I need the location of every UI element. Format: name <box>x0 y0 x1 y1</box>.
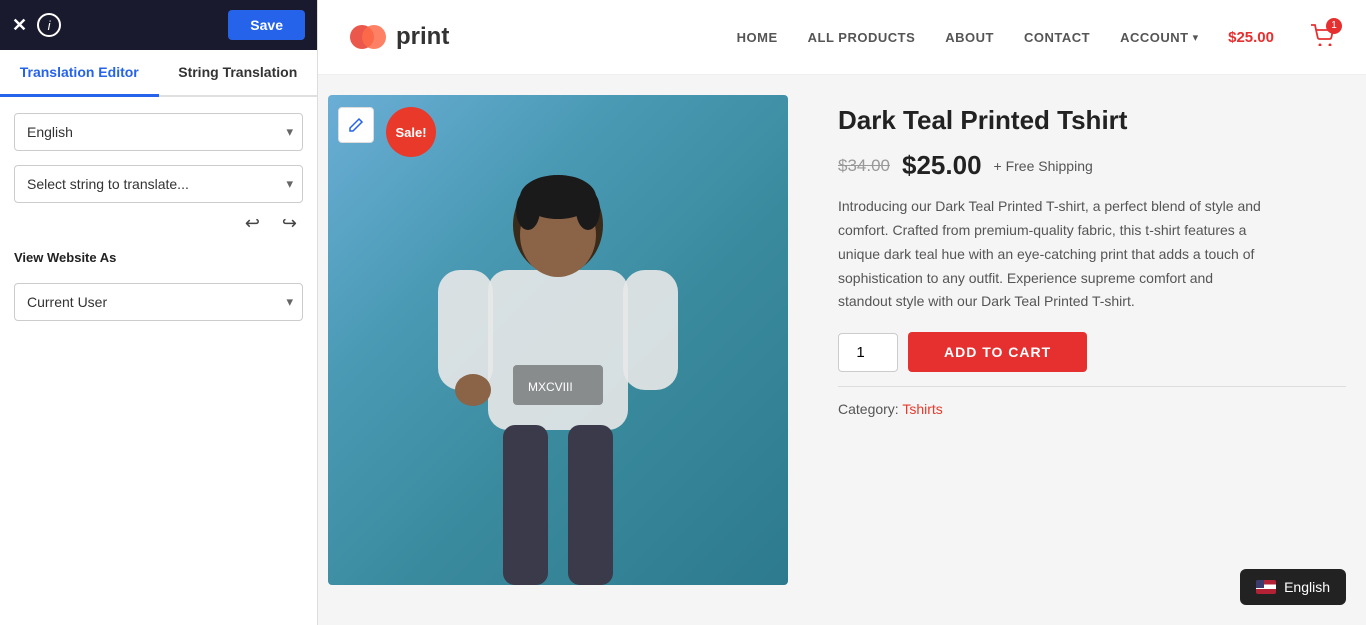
old-price: $34.00 <box>838 156 890 176</box>
view-website-label: View Website As <box>14 250 303 265</box>
user-select[interactable]: Current User Guest Admin <box>14 283 303 321</box>
product-title: Dark Teal Printed Tshirt <box>838 105 1346 136</box>
account-chevron-icon: ▾ <box>1193 31 1199 44</box>
price-row: $34.00 $25.00 + Free Shipping <box>838 150 1346 181</box>
panel-header-left: ✕ i <box>12 13 61 37</box>
sale-badge: Sale! <box>386 107 436 157</box>
nav-account-link[interactable]: ACCOUNT <box>1120 30 1189 45</box>
free-shipping: + Free Shipping <box>994 158 1093 174</box>
cart-icon-wrapper[interactable]: 1 <box>1310 24 1336 51</box>
category-row: Category: Tshirts <box>838 401 1346 417</box>
nav-contact[interactable]: CONTACT <box>1024 30 1090 45</box>
language-select[interactable]: English French Spanish German <box>14 113 303 151</box>
category-label: Category: <box>838 401 899 417</box>
product-person-svg: MXCVIII <box>328 95 788 585</box>
logo: print <box>348 17 449 57</box>
nav-all-products[interactable]: ALL PRODUCTS <box>808 30 916 45</box>
site-preview: print HOME ALL PRODUCTS ABOUT CONTACT AC… <box>318 0 1366 625</box>
language-switcher-label: English <box>1284 579 1330 595</box>
product-image: MXCVIII <box>328 95 788 585</box>
product-description: Introducing our Dark Teal Printed T-shir… <box>838 195 1268 314</box>
language-switcher[interactable]: English <box>1240 569 1346 605</box>
logo-text: print <box>396 23 449 51</box>
undo-button[interactable]: ↩ <box>239 211 266 236</box>
user-select-wrapper: Current User Guest Admin <box>14 283 303 321</box>
quantity-input[interactable] <box>838 333 898 372</box>
nav-about[interactable]: ABOUT <box>945 30 994 45</box>
add-to-cart-button[interactable]: ADD TO CART <box>908 332 1087 372</box>
nav-links: HOME ALL PRODUCTS ABOUT CONTACT ACCOUNT … <box>737 24 1336 51</box>
product-image-area: Sale! MXCVIII <box>328 95 808 625</box>
main-content: Sale! MXCVIII <box>318 75 1366 625</box>
divider <box>838 386 1346 387</box>
nav-price: $25.00 <box>1228 29 1274 46</box>
logo-icon <box>348 17 388 57</box>
cart-badge: 1 <box>1326 18 1342 34</box>
site-navigation: print HOME ALL PRODUCTS ABOUT CONTACT AC… <box>318 0 1366 75</box>
redo-button[interactable]: ↪ <box>276 211 303 236</box>
string-select-wrapper: Select string to translate... <box>14 165 303 203</box>
add-to-cart-row: ADD TO CART <box>838 332 1346 372</box>
info-button[interactable]: i <box>37 13 61 37</box>
nav-home[interactable]: HOME <box>737 30 778 45</box>
panel-tabs: Translation Editor String Translation <box>0 50 317 97</box>
product-details: Dark Teal Printed Tshirt $34.00 $25.00 +… <box>838 95 1346 625</box>
translation-panel: ✕ i Save Translation Editor String Trans… <box>0 0 318 625</box>
panel-header: ✕ i Save <box>0 0 317 50</box>
panel-content: English French Spanish German Select str… <box>0 97 317 337</box>
edit-image-button[interactable] <box>338 107 374 143</box>
string-select[interactable]: Select string to translate... <box>14 165 303 203</box>
close-button[interactable]: ✕ <box>12 15 27 36</box>
category-link[interactable]: Tshirts <box>902 401 942 417</box>
undo-redo-controls: ↩ ↪ <box>14 211 303 236</box>
tab-translation-editor[interactable]: Translation Editor <box>0 50 159 97</box>
tab-string-translation[interactable]: String Translation <box>159 50 318 97</box>
svg-text:MXCVIII: MXCVIII <box>528 380 573 394</box>
nav-account: ACCOUNT ▾ <box>1120 30 1198 45</box>
flag-icon <box>1256 580 1276 594</box>
save-button[interactable]: Save <box>228 10 305 40</box>
language-select-wrapper: English French Spanish German <box>14 113 303 151</box>
new-price: $25.00 <box>902 150 982 181</box>
